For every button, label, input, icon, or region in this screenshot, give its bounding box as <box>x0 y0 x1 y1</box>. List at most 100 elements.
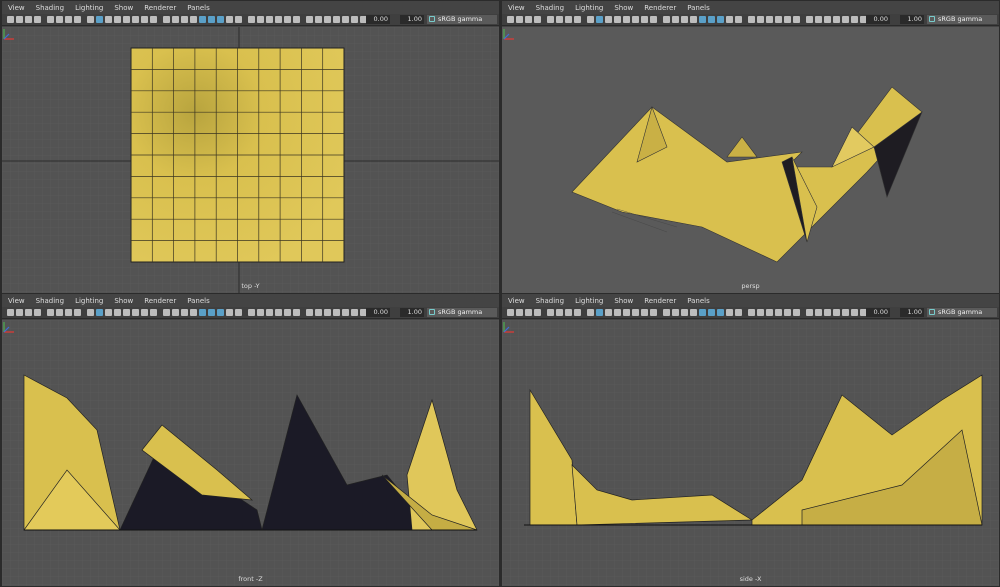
bookmark-icon[interactable] <box>266 309 273 316</box>
bookmark-icon[interactable] <box>16 16 23 23</box>
shadow-icon[interactable] <box>574 16 581 23</box>
shaded-icon[interactable] <box>172 16 179 23</box>
light-icon[interactable] <box>190 309 197 316</box>
shaded-icon[interactable] <box>672 309 679 316</box>
menu-panels[interactable]: Panels <box>187 4 210 12</box>
light-icon[interactable] <box>815 16 822 23</box>
camera-icon[interactable] <box>132 309 139 316</box>
isolate-icon[interactable] <box>842 309 849 316</box>
wireframe-icon[interactable] <box>534 16 541 23</box>
shaded-icon[interactable] <box>293 309 300 316</box>
shaded-icon[interactable] <box>793 16 800 23</box>
colorspace-dropdown[interactable]: sRGB gamma <box>927 308 997 317</box>
menu-panels[interactable]: Panels <box>687 297 710 305</box>
textured-icon[interactable] <box>806 16 813 23</box>
shadow-icon[interactable] <box>324 16 331 23</box>
exposure-icon[interactable] <box>226 309 233 316</box>
light-icon[interactable] <box>565 309 572 316</box>
wireframe-icon[interactable] <box>663 16 670 23</box>
bookmark-icon[interactable] <box>766 16 773 23</box>
xray-icon[interactable] <box>708 16 715 23</box>
gamma-icon[interactable] <box>114 309 121 316</box>
shadow-icon[interactable] <box>699 16 706 23</box>
colorspace-icon[interactable] <box>248 309 255 316</box>
shaded-icon[interactable] <box>793 309 800 316</box>
grid-icon[interactable] <box>150 309 157 316</box>
xray-icon[interactable] <box>333 16 340 23</box>
viewport-top[interactable]: View Shading Lighting Show Renderer Pane… <box>2 1 499 293</box>
wireframe-icon[interactable] <box>534 309 541 316</box>
view-area[interactable]: top -Y <box>2 27 499 293</box>
menu-view[interactable]: View <box>8 4 25 12</box>
bookmark-icon[interactable] <box>641 309 648 316</box>
wireframe-icon[interactable] <box>284 309 291 316</box>
textured-icon[interactable] <box>806 309 813 316</box>
isolate-icon[interactable] <box>96 309 103 316</box>
exposure-icon[interactable] <box>726 16 733 23</box>
menu-lighting[interactable]: Lighting <box>75 297 103 305</box>
exposure-field[interactable]: 0.00 <box>366 15 390 24</box>
shaded-icon[interactable] <box>672 16 679 23</box>
bookmark-icon[interactable] <box>141 309 148 316</box>
grid-icon[interactable] <box>775 309 782 316</box>
exposure-icon[interactable] <box>226 16 233 23</box>
isolate-icon[interactable] <box>217 16 224 23</box>
isolate-icon[interactable] <box>717 16 724 23</box>
shaded-icon[interactable] <box>172 309 179 316</box>
exposure-icon[interactable] <box>351 309 358 316</box>
view-area[interactable]: side -X <box>502 320 999 586</box>
grid-icon[interactable] <box>650 309 657 316</box>
light-icon[interactable] <box>815 309 822 316</box>
shadow-icon[interactable] <box>824 16 831 23</box>
xray-icon[interactable] <box>587 16 594 23</box>
wireframe-icon[interactable] <box>784 16 791 23</box>
grid-icon[interactable] <box>275 16 282 23</box>
shaded-icon[interactable] <box>293 16 300 23</box>
textured-icon[interactable] <box>181 16 188 23</box>
isolate-icon[interactable] <box>96 16 103 23</box>
gamma-icon[interactable] <box>114 16 121 23</box>
exposure-icon[interactable] <box>851 16 858 23</box>
exposure-field[interactable]: 0.00 <box>366 308 390 317</box>
bookmark-icon[interactable] <box>266 16 273 23</box>
gamma-icon[interactable] <box>235 16 242 23</box>
colorspace-icon[interactable] <box>623 309 630 316</box>
wireframe-icon[interactable] <box>784 309 791 316</box>
exposure-icon[interactable] <box>351 16 358 23</box>
colorspace-dropdown[interactable]: sRGB gamma <box>427 15 497 24</box>
colorspace-dropdown[interactable]: sRGB gamma <box>927 15 997 24</box>
isolate-icon[interactable] <box>842 16 849 23</box>
exposure-icon[interactable] <box>851 309 858 316</box>
shaded-icon[interactable] <box>547 16 554 23</box>
wireframe-icon[interactable] <box>663 309 670 316</box>
xray-icon[interactable] <box>833 309 840 316</box>
menu-shading[interactable]: Shading <box>36 297 64 305</box>
bookmark-icon[interactable] <box>16 309 23 316</box>
wireframe-icon[interactable] <box>163 309 170 316</box>
viewport-persp[interactable]: View Shading Lighting Show Renderer Pane… <box>502 1 999 293</box>
exposure-field[interactable]: 0.00 <box>866 15 890 24</box>
light-icon[interactable] <box>690 309 697 316</box>
menu-view[interactable]: View <box>508 4 525 12</box>
light-icon[interactable] <box>315 16 322 23</box>
xray-icon[interactable] <box>587 309 594 316</box>
light-icon[interactable] <box>190 16 197 23</box>
xray-icon[interactable] <box>87 309 94 316</box>
menu-lighting[interactable]: Lighting <box>575 4 603 12</box>
menu-show[interactable]: Show <box>114 4 133 12</box>
menu-panels[interactable]: Panels <box>687 4 710 12</box>
viewport-side[interactable]: View Shading Lighting Show Renderer Pane… <box>502 294 999 586</box>
colorspace-icon[interactable] <box>248 16 255 23</box>
menu-renderer[interactable]: Renderer <box>144 4 176 12</box>
menu-renderer[interactable]: Renderer <box>644 297 676 305</box>
gamma-icon[interactable] <box>235 309 242 316</box>
gamma-field[interactable]: 1.00 <box>900 15 924 24</box>
bookmark-icon[interactable] <box>641 16 648 23</box>
textured-icon[interactable] <box>681 16 688 23</box>
shadow-icon[interactable] <box>74 16 81 23</box>
light-icon[interactable] <box>565 16 572 23</box>
grid-icon[interactable] <box>25 16 32 23</box>
textured-icon[interactable] <box>306 16 313 23</box>
wireframe-icon[interactable] <box>163 16 170 23</box>
exposure-icon[interactable] <box>605 309 612 316</box>
